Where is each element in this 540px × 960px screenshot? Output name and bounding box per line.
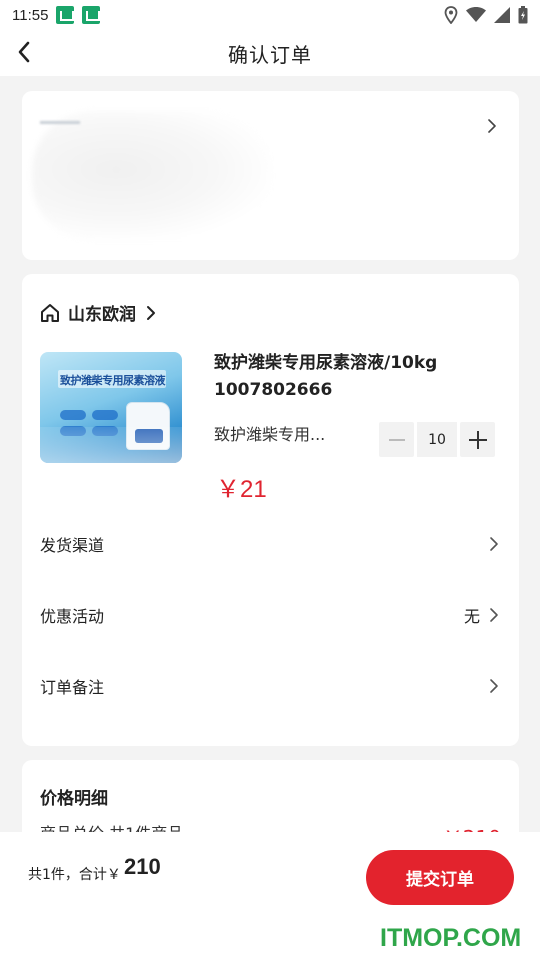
option-label: 发货渠道 — [40, 536, 105, 555]
option-label: 优惠活动 — [40, 607, 105, 626]
address-card[interactable] — [22, 91, 519, 260]
address-placeholder — [32, 111, 272, 241]
status-time: 11:55 — [12, 6, 49, 24]
page-title: 确认订单 — [228, 42, 312, 67]
quantity-value[interactable]: 10 — [417, 422, 457, 457]
chevron-right-icon — [488, 119, 496, 133]
option-order-note[interactable]: 订单备注 — [40, 666, 502, 706]
submit-order-button[interactable]: 提交订单 — [366, 850, 514, 905]
product-spec: 致护潍柴专用... — [214, 425, 326, 444]
location-icon — [444, 6, 458, 24]
total-amount: 210 — [124, 854, 161, 879]
chevron-right-icon — [490, 537, 498, 551]
store-header[interactable]: 山东欧润 — [40, 300, 158, 325]
option-promotion[interactable]: 优惠活动 无 — [40, 595, 502, 635]
total-summary-label: 共1件，合计￥ — [28, 867, 121, 883]
address-placeholder-line — [40, 121, 80, 124]
increase-button[interactable] — [460, 422, 495, 457]
back-button[interactable] — [6, 34, 42, 70]
signal-icon — [494, 7, 510, 23]
chevron-right-icon — [147, 305, 155, 320]
chevron-right-icon — [490, 679, 498, 693]
option-shipping-channel[interactable]: 发货渠道 — [40, 524, 502, 564]
thumbnail-badge — [60, 410, 86, 420]
thumbnail-splash — [40, 427, 182, 463]
thumbnail-text: 致护潍柴专用尿素溶液 — [60, 374, 166, 387]
quantity-stepper: 10 — [379, 422, 495, 457]
status-icons — [444, 6, 528, 24]
app-notification-icon — [82, 6, 101, 24]
app-notification-icon — [56, 6, 75, 24]
decrease-button[interactable] — [379, 422, 414, 457]
thumbnail-badge — [92, 410, 118, 420]
order-items-card: 山东欧润 致护潍柴专用尿素溶液 致护潍柴专用尿素溶液/10kg 10078026… — [22, 274, 519, 746]
nav-bar: 确认订单 — [0, 30, 540, 76]
wifi-icon — [466, 7, 486, 22]
store-name: 山东欧润 — [68, 305, 136, 325]
minus-icon — [388, 438, 405, 441]
product-thumbnail[interactable]: 致护潍柴专用尿素溶液 — [40, 352, 182, 463]
status-bar: 11:55 — [0, 0, 540, 30]
price-detail-title: 价格明细 — [40, 789, 108, 809]
watermark-text: ITMOP.COM — [380, 924, 522, 952]
plus-icon — [468, 430, 487, 449]
checkout-bar: 共1件，合计￥ 210 提交订单 ITMOP.COM — [0, 832, 540, 960]
home-icon — [41, 303, 59, 322]
option-label: 订单备注 — [40, 678, 105, 697]
product-name: 致护潍柴专用尿素溶液/10kg 1007802666 — [214, 353, 438, 400]
chevron-right-icon — [490, 608, 498, 622]
option-value: 无 — [463, 607, 480, 626]
chevron-left-icon — [18, 41, 30, 63]
battery-icon — [518, 6, 528, 24]
product-price: ￥21 — [216, 476, 267, 503]
